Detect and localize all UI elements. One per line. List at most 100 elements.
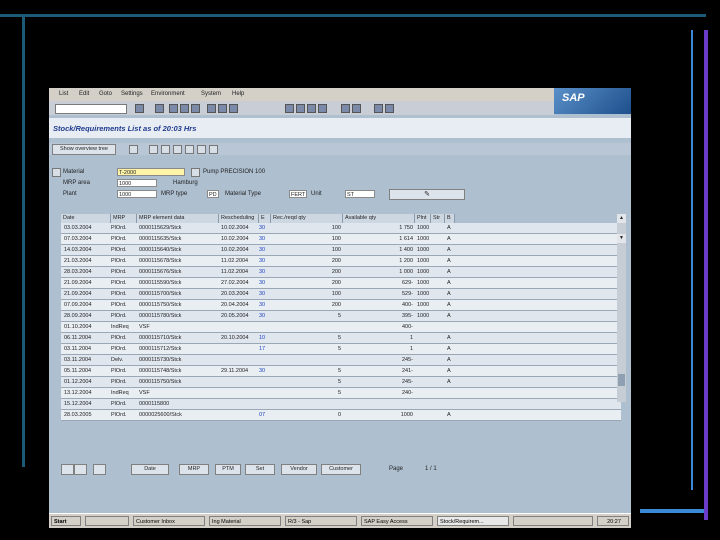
sort-icon[interactable] bbox=[185, 145, 194, 154]
menu-goto[interactable]: Goto bbox=[99, 91, 112, 97]
overview-icon[interactable] bbox=[161, 145, 170, 154]
table-cell: 1000 bbox=[417, 258, 430, 264]
details-icon[interactable] bbox=[149, 145, 158, 154]
tool-icon-2[interactable] bbox=[74, 464, 87, 475]
column-header-rec-reqd-qty[interactable]: Rec./reqd qty bbox=[271, 214, 343, 223]
vertical-scrollbar[interactable]: ▲ ▼ bbox=[617, 214, 626, 402]
table-row[interactable]: 14.03.2004 PlOrd. 0000115640/Stck 10.02.200… bbox=[61, 245, 621, 256]
table-row[interactable]: 21.09.2004 PlOrd. 0000115700/Stck 20.03.200… bbox=[61, 289, 621, 300]
table-cell bbox=[259, 322, 271, 333]
help-icon[interactable] bbox=[374, 104, 383, 113]
table-cell: 15.12.2004 bbox=[64, 401, 92, 407]
scroll-up-icon[interactable]: ▲ bbox=[617, 214, 626, 223]
table-row[interactable]: 15.12.2004 PlOrd. 0000115800 bbox=[61, 399, 621, 410]
tool-icon-3[interactable] bbox=[93, 464, 106, 475]
vendor-button[interactable]: Vendor bbox=[281, 464, 317, 475]
back-icon[interactable] bbox=[169, 104, 178, 113]
edit-button[interactable]: ✎ bbox=[389, 189, 465, 200]
set-button[interactable]: Set bbox=[245, 464, 275, 475]
table-row[interactable]: 28.09.2004 PlOrd. 0000115780/Stck 20.05.200… bbox=[61, 311, 621, 322]
table-cell: A bbox=[447, 236, 451, 242]
find-icon[interactable] bbox=[218, 104, 227, 113]
material-field[interactable]: T-2000 bbox=[117, 168, 185, 176]
planning-icon[interactable] bbox=[197, 145, 206, 154]
table-cell: 200 bbox=[331, 280, 341, 286]
menu-list[interactable]: List bbox=[59, 91, 68, 97]
table-cell: 06.11.2004 bbox=[64, 335, 92, 341]
task-ing-material[interactable]: Ing Material bbox=[209, 516, 281, 526]
ptm-button[interactable]: PTM bbox=[215, 464, 241, 475]
column-header-e[interactable]: E bbox=[259, 214, 271, 223]
column-header-mrp[interactable]: MRP bbox=[111, 214, 137, 223]
scroll-down-icon[interactable]: ▼ bbox=[617, 234, 626, 243]
table-row[interactable]: 21.09.2004 PlOrd. 0000115590/Stck 27.02.200… bbox=[61, 278, 621, 289]
menu-help[interactable]: Help bbox=[232, 91, 244, 97]
mrp-button[interactable]: MRP bbox=[179, 464, 209, 475]
table-row[interactable]: 21.03.2004 PlOrd. 0000115678/Stck 11.02.200… bbox=[61, 256, 621, 267]
menu-system[interactable]: System bbox=[201, 91, 221, 97]
table-cell bbox=[273, 355, 341, 366]
table-cell: 240- bbox=[401, 390, 413, 396]
last-page-icon[interactable] bbox=[318, 104, 327, 113]
date-button[interactable]: Date bbox=[131, 464, 169, 475]
tool-icon-1[interactable] bbox=[61, 464, 74, 475]
table-cell: 0000025600/Stck bbox=[139, 412, 182, 418]
task-r3-sap[interactable]: R/3 - Sap bbox=[285, 516, 357, 526]
table-cell: 100 bbox=[331, 225, 341, 231]
column-header-str[interactable]: Str bbox=[431, 214, 445, 223]
column-header-available-qty[interactable]: Available qty bbox=[343, 214, 415, 223]
table-row[interactable]: 03.03.2004 PlOrd. 0000115629/Stck 10.02.200… bbox=[61, 223, 621, 234]
table-row[interactable]: 06.11.2004 PlOrd. 0000115710/Stck 20.10.200… bbox=[61, 333, 621, 344]
table-row[interactable]: 01.10.2004 IndReq VSF 400- bbox=[61, 322, 621, 333]
customer-button[interactable]: Customer bbox=[321, 464, 361, 475]
save-icon[interactable] bbox=[155, 104, 164, 113]
menu-environment[interactable]: Environment bbox=[151, 91, 185, 97]
command-field[interactable] bbox=[55, 104, 127, 114]
table-cell: 0000115640/Stck bbox=[139, 247, 182, 253]
next-page-icon[interactable] bbox=[307, 104, 316, 113]
start-button[interactable]: Start bbox=[51, 516, 81, 526]
table-cell: PlOrd. bbox=[111, 368, 127, 374]
column-header-b[interactable]: B bbox=[445, 214, 455, 223]
menu-edit[interactable]: Edit bbox=[79, 91, 89, 97]
table-row[interactable]: 03.11.2004 Delv. 0000115730/Stck 245- A bbox=[61, 355, 621, 366]
new-session-icon[interactable] bbox=[341, 104, 350, 113]
page-indicator: 1 / 1 bbox=[425, 466, 437, 472]
table-row[interactable]: 05.11.2004 PlOrd. 0000115748/Stck 29.11.200… bbox=[61, 366, 621, 377]
column-header-rescheduling[interactable]: Rescheduling bbox=[219, 214, 259, 223]
prev-page-icon[interactable] bbox=[296, 104, 305, 113]
table-row[interactable]: 28.03.2004 PlOrd. 0000115676/Stck 11.02.200… bbox=[61, 267, 621, 278]
scroll-thumb[interactable] bbox=[618, 374, 625, 386]
filter-icon[interactable] bbox=[173, 145, 182, 154]
table-cell bbox=[417, 355, 433, 366]
calendar-icon[interactable] bbox=[209, 145, 218, 154]
layout-icon[interactable] bbox=[385, 104, 394, 113]
table-cell: 1 bbox=[409, 335, 413, 341]
first-page-icon[interactable] bbox=[285, 104, 294, 113]
cancel-icon[interactable] bbox=[191, 104, 200, 113]
refresh-icon[interactable] bbox=[129, 145, 138, 154]
material-toggle-icon[interactable] bbox=[52, 168, 61, 177]
column-header-plnt[interactable]: Plnt bbox=[415, 214, 431, 223]
table-row[interactable]: 13.12.2004 IndReq VSF 5 240- bbox=[61, 388, 621, 399]
table-row[interactable]: 03.11.2004 PlOrd. 0000115712/Stck 17 5 1 A bbox=[61, 344, 621, 355]
exit-icon[interactable] bbox=[180, 104, 189, 113]
quick-launch[interactable] bbox=[85, 516, 129, 526]
table-row[interactable]: 07.09.2004 PlOrd. 0000115750/Stck 20.04.200… bbox=[61, 300, 621, 311]
shortcut-icon[interactable] bbox=[352, 104, 361, 113]
enter-icon[interactable] bbox=[135, 104, 144, 113]
task-sap-easy-access[interactable]: SAP Easy Access bbox=[361, 516, 433, 526]
show-overview-button[interactable]: Show overview tree bbox=[52, 144, 116, 155]
task-customer-inbox[interactable]: Customer Inbox bbox=[133, 516, 205, 526]
table-row[interactable]: 28.03.2005 PlOrd. 0000025600/Stck 07 0 1000 A bbox=[61, 410, 621, 421]
table-cell: 30 bbox=[259, 368, 266, 374]
column-header-mrp-element-data[interactable]: MRP element data bbox=[137, 214, 219, 223]
task-stock-requirements[interactable]: Stock/Requirem... bbox=[437, 516, 509, 526]
find-next-icon[interactable] bbox=[229, 104, 238, 113]
material-search-icon[interactable] bbox=[191, 168, 200, 177]
table-row[interactable]: 01.12.2004 PlOrd. 0000115750/Stck 5 245- A bbox=[61, 377, 621, 388]
menu-settings[interactable]: Settings bbox=[121, 91, 143, 97]
table-row[interactable]: 07.03.2004 PlOrd. 0000115635/Stck 10.02.200… bbox=[61, 234, 621, 245]
column-header-date[interactable]: Date bbox=[61, 214, 111, 223]
print-icon[interactable] bbox=[207, 104, 216, 113]
